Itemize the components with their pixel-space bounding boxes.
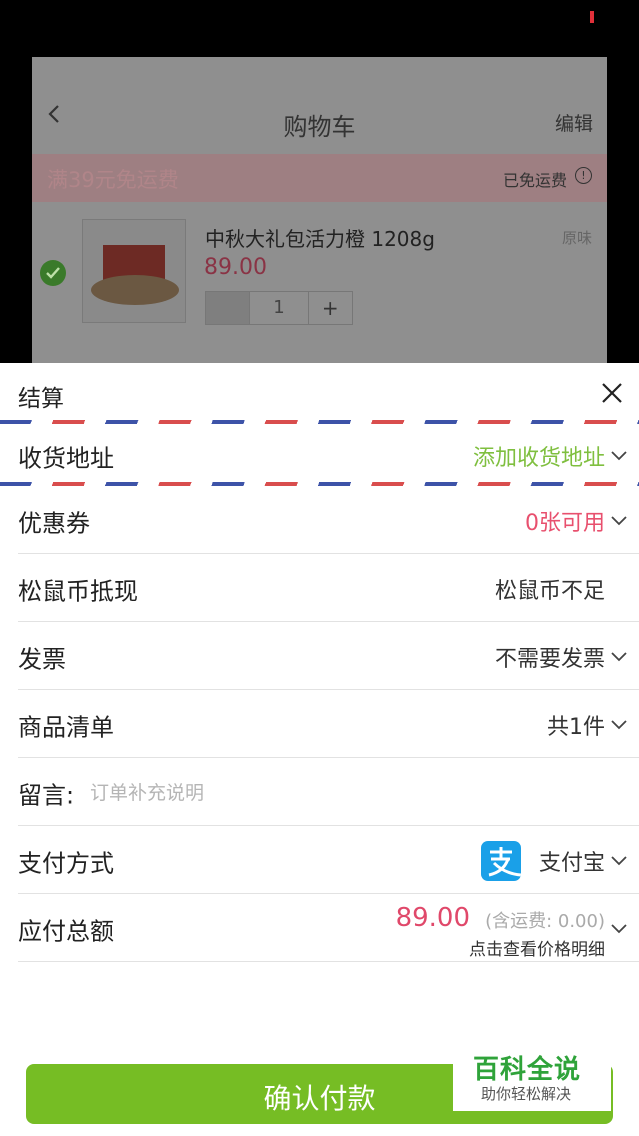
- chevron-down-icon: [611, 450, 627, 460]
- cart-edit-button: 编辑: [554, 113, 593, 135]
- chevron-down-icon: [611, 923, 627, 933]
- watermark-title: 百科全说: [473, 1055, 582, 1085]
- divider: [18, 893, 639, 894]
- chevron-down-icon: [611, 651, 627, 661]
- item-count: 共1件: [547, 714, 605, 740]
- message-row: 留言:: [0, 759, 639, 826]
- coupon-label: 优惠券: [18, 509, 90, 537]
- status-bar: [0, 0, 639, 36]
- sheet-title: 结算: [18, 386, 64, 412]
- background-cart-page: 购物车 编辑 满39元免运费 已免运费 ! 中秋大礼包活力橙 1208g 原味 …: [32, 57, 607, 363]
- invoice-row[interactable]: 发票 不需要发票: [0, 623, 639, 690]
- airmail-border-bottom: [0, 482, 639, 486]
- divider: [18, 689, 639, 690]
- product-flavor: 原味: [561, 229, 592, 247]
- quantity-stepper: 1 +: [205, 291, 353, 325]
- squirrel-coin-row[interactable]: 松鼠币抵现 松鼠币不足: [0, 555, 639, 622]
- cart-header: 购物车 编辑: [32, 57, 607, 154]
- payment-row[interactable]: 支付方式 支付宝: [0, 827, 639, 894]
- product-thumbnail: [82, 219, 186, 323]
- checkout-sheet: 结算 收货地址 添加收货地址 优惠券 0张可用 松鼠币抵现 松鼠币不足 发票 不…: [0, 363, 639, 1136]
- address-row[interactable]: 收货地址 添加收货地址: [0, 422, 639, 489]
- payment-label: 支付方式: [18, 849, 114, 877]
- shipping-note: (含运费: 0.00): [485, 911, 605, 932]
- free-shipping-label: 已免运费: [502, 171, 567, 190]
- quantity-value: 1: [250, 292, 309, 324]
- invoice-value: 不需要发票: [494, 646, 605, 672]
- divider: [18, 757, 639, 758]
- quantity-minus-button: [206, 292, 251, 324]
- product-price: 89.00: [204, 255, 267, 280]
- chevron-down-icon: [611, 515, 627, 525]
- quantity-plus-button: +: [321, 296, 339, 320]
- squirrel-coin-label: 松鼠币抵现: [18, 577, 138, 605]
- chevron-down-icon: [611, 719, 627, 729]
- add-address-link[interactable]: 添加收货地址: [473, 440, 605, 472]
- chevron-down-icon: [611, 855, 627, 865]
- price-detail-link[interactable]: 点击查看价格明细: [469, 935, 605, 960]
- invoice-label: 发票: [18, 645, 66, 673]
- payment-method: 支付宝: [538, 850, 605, 876]
- divider: [18, 825, 639, 826]
- watermark: 百科全说 助你轻松解决: [453, 1045, 611, 1111]
- divider: [18, 621, 639, 622]
- divider: [18, 553, 639, 554]
- message-label: 留言:: [18, 781, 75, 809]
- coupon-count: 0张可用: [525, 510, 605, 536]
- info-icon: !: [575, 167, 592, 184]
- message-input[interactable]: [88, 780, 592, 805]
- coupon-row[interactable]: 优惠券 0张可用: [0, 487, 639, 554]
- free-shipping-banner: 满39元免运费 已免运费 !: [32, 154, 607, 202]
- battery-indicator-icon: [590, 11, 594, 23]
- watermark-subtitle: 助你轻松解决: [481, 1085, 572, 1103]
- total-row[interactable]: 应付总额 89.00 (含运费: 0.00) 点击查看价格明细: [0, 895, 639, 962]
- item-list-row[interactable]: 商品清单 共1件: [0, 691, 639, 758]
- address-label: 收货地址: [18, 444, 114, 472]
- divider: [18, 961, 639, 962]
- product-name: 中秋大礼包活力橙 1208g: [205, 227, 435, 251]
- total-amount: 89.00: [395, 903, 470, 933]
- item-list-label: 商品清单: [18, 713, 114, 741]
- cart-title: 购物车: [283, 113, 356, 141]
- total-label: 应付总额: [18, 917, 114, 945]
- squirrel-coin-status: 松鼠币不足: [494, 578, 605, 604]
- alipay-icon: [481, 840, 521, 881]
- close-icon[interactable]: [596, 377, 628, 409]
- item-checked-icon: [40, 260, 66, 286]
- banner-text: 满39元免运费: [47, 168, 179, 192]
